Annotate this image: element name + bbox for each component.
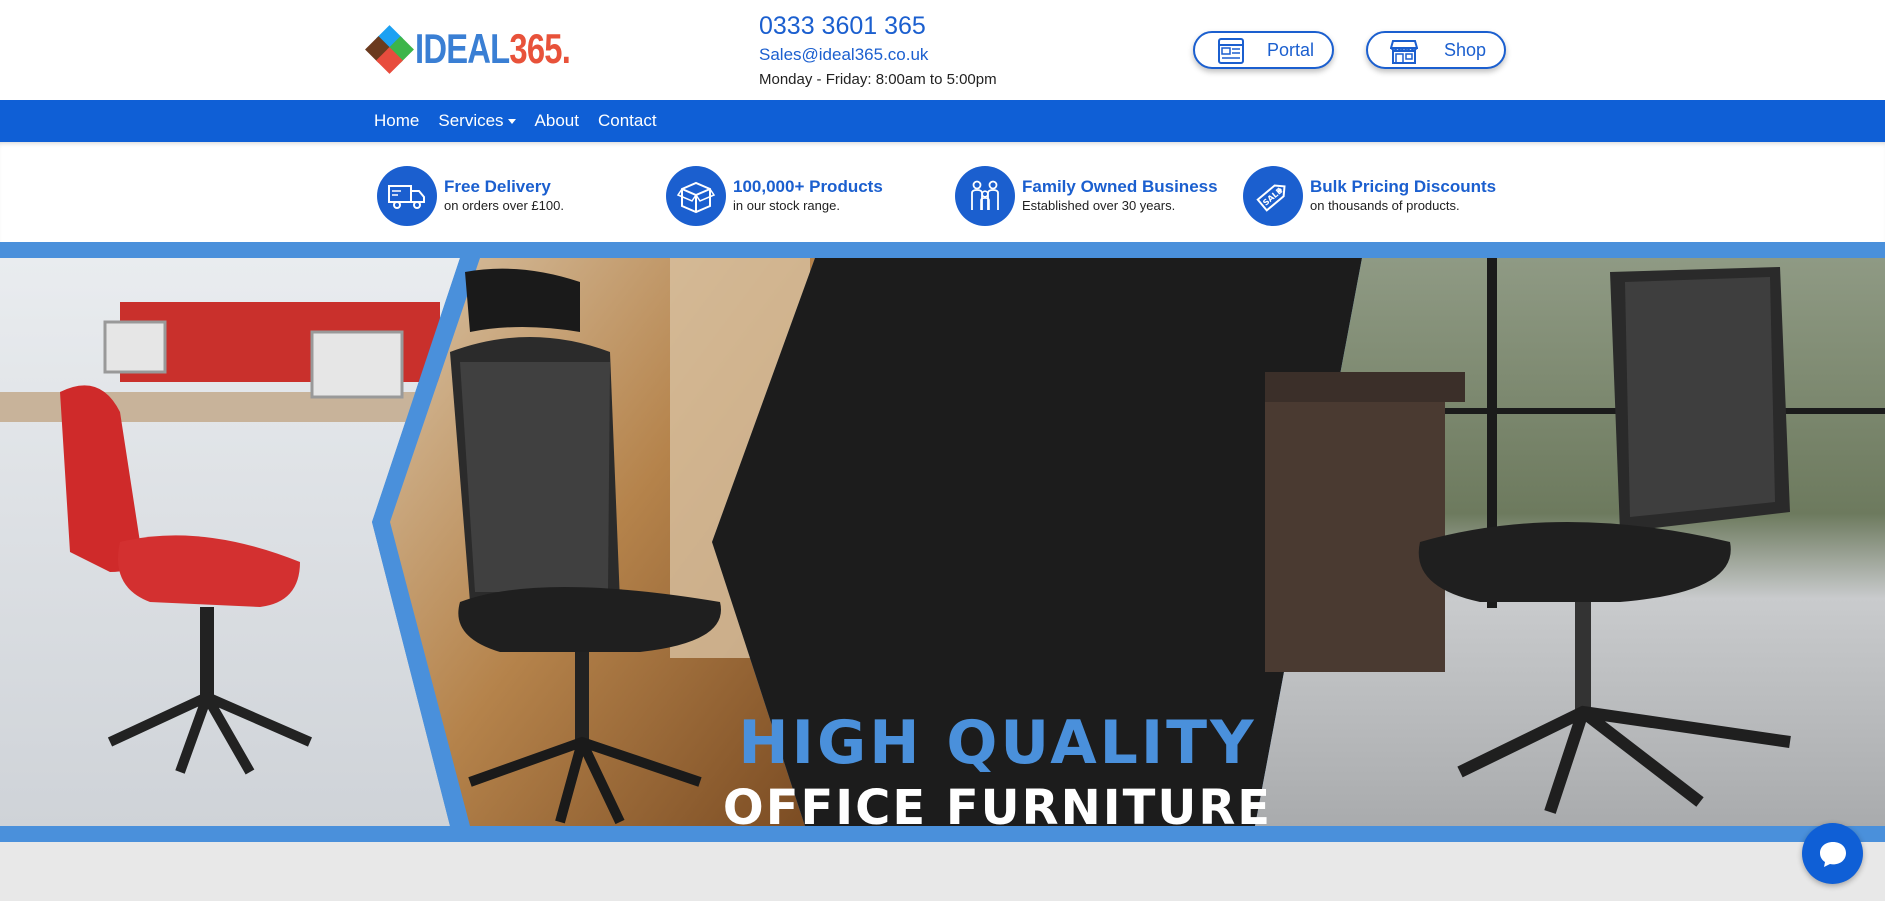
opening-hours: Monday - Friday: 8:00am to 5:00pm xyxy=(759,71,997,88)
chat-bubble-icon xyxy=(1819,841,1846,867)
hero-banner: HIGH QUALITY OFFICE FURNITURE xyxy=(0,242,1885,842)
hero-subtitle: OFFICE FURNITURE xyxy=(722,780,1273,836)
feature-family-owned: Family Owned Business Established over 3… xyxy=(955,166,1218,226)
feature-title: Family Owned Business xyxy=(1022,177,1218,196)
family-icon xyxy=(971,180,999,210)
logo-mark-icon xyxy=(365,25,414,74)
feature-title: Free Delivery xyxy=(444,177,551,196)
feature-subtitle: on orders over £100. xyxy=(444,198,564,213)
portal-icon xyxy=(1218,38,1244,64)
feature-title: Bulk Pricing Discounts xyxy=(1310,177,1497,196)
nav-item-about[interactable]: About xyxy=(535,111,579,131)
logo-text: IDEAL365. xyxy=(415,25,571,72)
top-header: IDEAL365. 0333 3601 365 Sales@ideal365.c… xyxy=(0,0,1885,100)
portal-button[interactable]: Portal xyxy=(1193,31,1334,69)
feature-free-delivery: Free Delivery on orders over £100. xyxy=(377,166,564,226)
feature-subtitle: on thousands of products. xyxy=(1310,198,1460,213)
features-bar: Free Delivery on orders over £100. 100,0… xyxy=(0,142,1885,242)
email-link[interactable]: Sales@ideal365.co.uk xyxy=(759,44,997,66)
main-nav: Home Services About Contact xyxy=(0,100,1885,142)
nav-item-services[interactable]: Services xyxy=(438,111,516,131)
contact-block: 0333 3601 365 Sales@ideal365.co.uk Monda… xyxy=(759,10,997,90)
feature-title: 100,000+ Products xyxy=(733,177,883,196)
truck-icon xyxy=(388,185,425,209)
nav-item-home[interactable]: Home xyxy=(374,111,419,131)
store-icon xyxy=(1390,40,1418,64)
sale-tag-icon: SALE xyxy=(1256,184,1286,212)
feature-products: 100,000+ Products in our stock range. xyxy=(666,166,883,226)
shop-button[interactable]: Shop xyxy=(1366,31,1506,69)
shop-label: Shop xyxy=(1443,39,1486,60)
phone-number[interactable]: 0333 3601 365 xyxy=(759,10,997,42)
feature-subtitle: in our stock range. xyxy=(733,198,840,213)
feature-bulk-pricing: SALE Bulk Pricing Discounts on thousands… xyxy=(1243,166,1496,226)
logo[interactable]: IDEAL365. xyxy=(365,25,614,74)
caret-down-icon xyxy=(507,118,516,124)
chat-button[interactable] xyxy=(1802,823,1863,884)
box-icon xyxy=(676,181,716,214)
feature-subtitle: Established over 30 years. xyxy=(1022,198,1176,213)
nav-item-contact[interactable]: Contact xyxy=(598,111,657,131)
portal-label: Portal xyxy=(1266,39,1314,60)
hero-title: HIGH QUALITY xyxy=(738,708,1257,778)
